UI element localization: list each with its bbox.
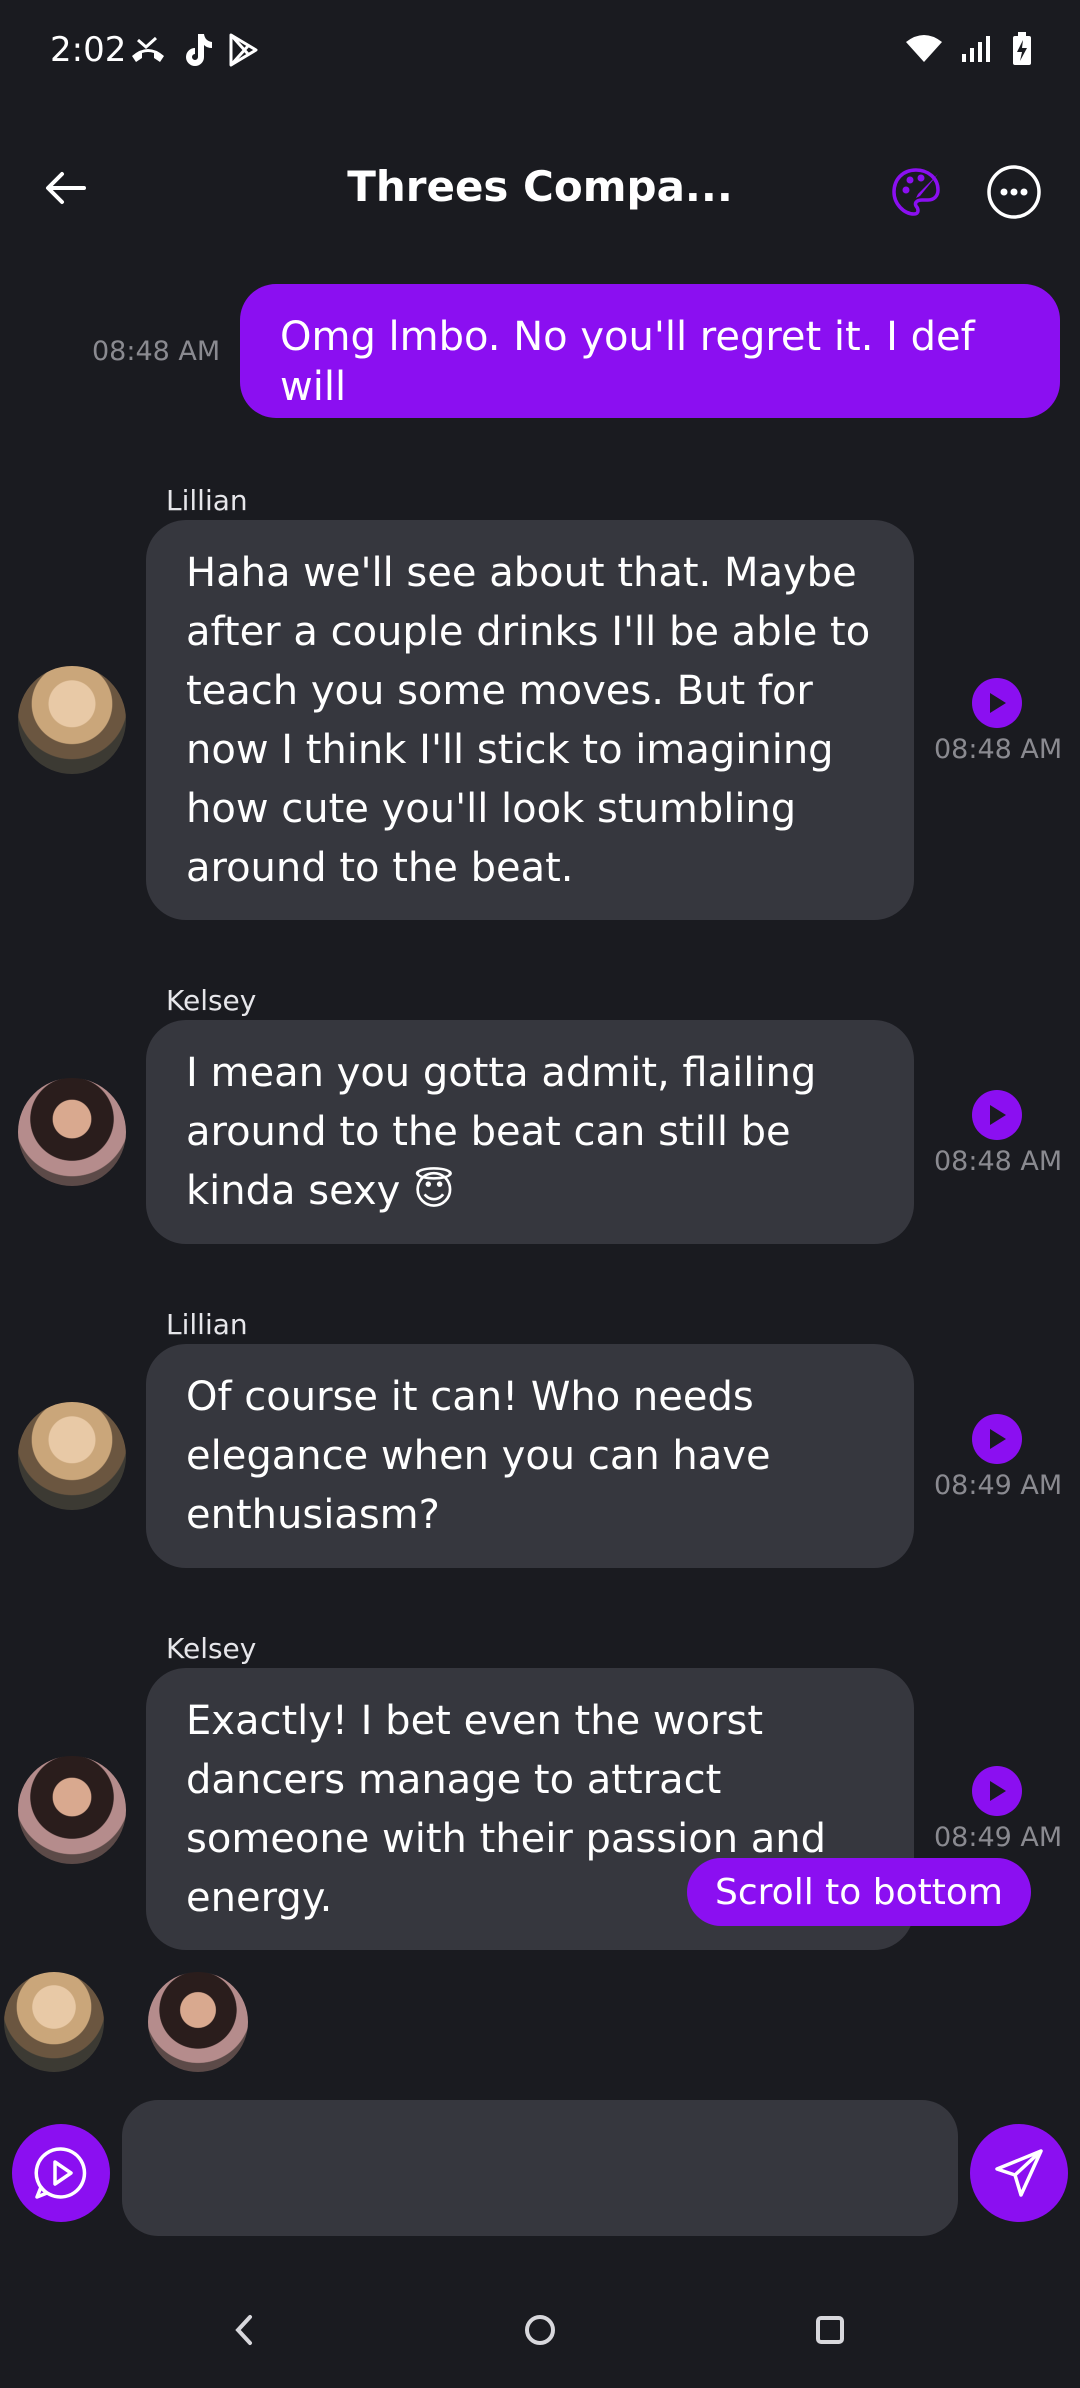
palette-icon xyxy=(892,168,940,216)
play-icon xyxy=(990,693,1006,713)
status-left-icons xyxy=(128,32,260,72)
scroll-to-bottom-button[interactable]: Scroll to bottom xyxy=(687,1858,1031,1926)
typing-avatar-kelsey xyxy=(148,1972,248,2072)
play-store-icon xyxy=(226,32,260,72)
missed-call-icon xyxy=(128,34,168,70)
play-icon xyxy=(990,1429,1006,1449)
play-audio-button[interactable] xyxy=(972,1090,1022,1140)
bot-message-bubble[interactable]: Haha we'll see about that. Maybe after a… xyxy=(146,520,914,920)
more-options-button[interactable] xyxy=(984,162,1044,222)
avatar-lillian[interactable] xyxy=(18,1402,126,1510)
avatar-lillian[interactable] xyxy=(18,666,126,774)
voice-chat-icon xyxy=(34,2147,87,2199)
message-time: 08:48 AM xyxy=(934,734,1063,765)
user-message-bubble[interactable]: Omg lmbo. No you'll regret it. I def wil… xyxy=(240,284,1060,418)
play-audio-button[interactable] xyxy=(972,1414,1022,1464)
nav-home-button[interactable] xyxy=(500,2290,580,2370)
nav-recents-button[interactable] xyxy=(790,2290,870,2370)
message-input[interactable] xyxy=(122,2100,958,2236)
bot-message-bubble[interactable]: I mean you gotta admit, flailing around … xyxy=(146,1020,914,1244)
voice-chat-button[interactable] xyxy=(12,2124,110,2222)
message-time: 08:48 AM xyxy=(92,336,221,367)
wifi-icon xyxy=(906,34,942,68)
battery-charging-icon xyxy=(1012,32,1032,70)
nav-back-icon xyxy=(235,2315,252,2345)
typing-avatar-lillian xyxy=(4,1972,104,2072)
nav-home-icon xyxy=(525,2315,555,2345)
sender-name: Kelsey xyxy=(166,1632,257,1665)
send-icon xyxy=(995,2149,1043,2197)
sender-name: Lillian xyxy=(166,484,248,517)
avatar-kelsey[interactable] xyxy=(18,1078,126,1186)
avatar-kelsey[interactable] xyxy=(18,1756,126,1864)
sender-name: Kelsey xyxy=(166,984,257,1017)
play-icon xyxy=(990,1105,1006,1125)
message-time: 08:49 AM xyxy=(934,1822,1063,1853)
message-time: 08:48 AM xyxy=(934,1146,1063,1177)
sender-name: Lillian xyxy=(166,1308,248,1341)
message-time: 08:49 AM xyxy=(934,1470,1063,1501)
tiktok-icon xyxy=(180,32,214,72)
signal-icon xyxy=(960,34,994,68)
nav-recents-icon xyxy=(816,2316,844,2344)
play-icon xyxy=(990,1781,1006,1801)
theme-button[interactable] xyxy=(884,160,948,224)
nav-back-button[interactable] xyxy=(204,2290,284,2370)
send-button[interactable] xyxy=(970,2124,1068,2222)
status-right-icons xyxy=(906,32,1032,70)
status-time: 2:02 xyxy=(50,30,127,70)
bot-message-bubble[interactable]: Of course it can! Who needs elegance whe… xyxy=(146,1344,914,1568)
play-audio-button[interactable] xyxy=(972,1766,1022,1816)
more-horizontal-icon xyxy=(987,165,1041,219)
play-audio-button[interactable] xyxy=(972,678,1022,728)
